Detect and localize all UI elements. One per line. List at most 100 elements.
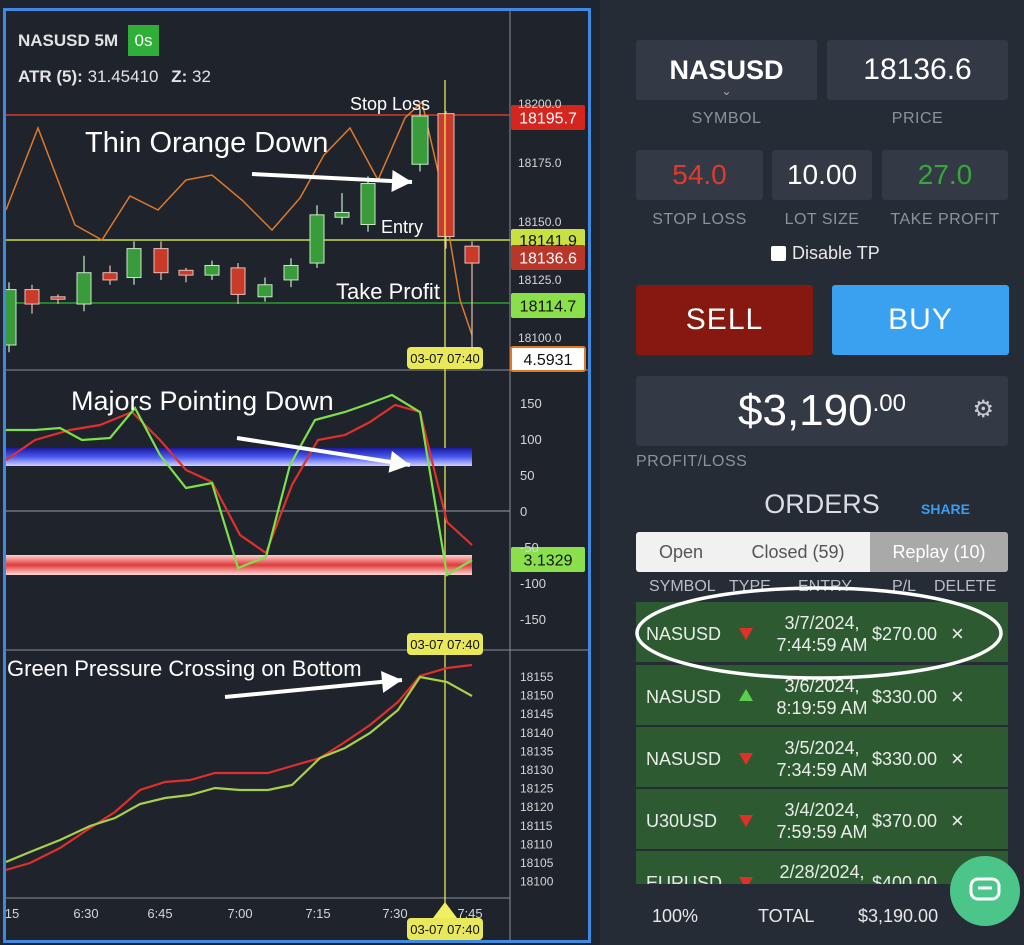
- pressure-axis-label: 18155: [520, 670, 554, 684]
- annotation-stop-loss: Stop Loss: [350, 94, 430, 114]
- footer-percent: 100%: [652, 906, 699, 926]
- arrow-green-pressure: [224, 678, 403, 699]
- lot-size-value: 10.00: [786, 159, 858, 190]
- chart-panel[interactable]: 18200.0 18175.0 18150.0 18125.0 18100.0 18195…: [3, 8, 591, 943]
- stop-loss-caption: STOP LOSS: [652, 211, 747, 228]
- footer-total-label: TOTAL: [758, 906, 815, 926]
- chat-icon: [969, 877, 1001, 901]
- pl-caption: PROFIT/LOSS: [636, 453, 748, 470]
- pressure-axis-label: 18100: [520, 875, 554, 889]
- disable-tp-label: Disable TP: [792, 243, 880, 263]
- time-tag-mid-text: 03-07 07:40: [410, 637, 479, 652]
- price-axis-label: 18175.0: [518, 156, 562, 170]
- chevron-down-icon: ⌄: [721, 84, 732, 98]
- take-profit-value: 27.0: [917, 159, 973, 190]
- arrow-thin-orange: [251, 172, 413, 184]
- symbol-select[interactable]: NASUSD ⌄: [636, 40, 817, 100]
- delete-order-icon[interactable]: ×: [951, 746, 964, 772]
- delete-order-icon[interactable]: ×: [951, 808, 964, 834]
- chat-button[interactable]: [950, 856, 1020, 926]
- app-root: 18200.0 18175.0 18150.0 18125.0 18100.0 18195…: [0, 0, 1024, 945]
- osc-axis-label: -100: [520, 576, 546, 591]
- bull-candle: [309, 214, 325, 264]
- time-axis-label: 7:45: [457, 906, 482, 921]
- profit-loss-display: $3,190 .00 ⚙: [636, 376, 1008, 446]
- stop-loss-value: 54.0: [672, 159, 727, 190]
- tab-replay[interactable]: Replay (10): [870, 532, 1008, 572]
- time-axis-label: 7:15: [305, 906, 330, 921]
- time-axis-label: 7:30: [382, 906, 407, 921]
- pressure-axis-label: 18150: [520, 689, 554, 703]
- orders-title: ORDERS: [764, 489, 880, 519]
- oscillator-green-line: [6, 393, 473, 577]
- chart-canvas[interactable]: 18200.0 18175.0 18150.0 18125.0 18100.0 18195…: [6, 11, 588, 940]
- oversold-band: [6, 555, 472, 575]
- osc-axis-label: 100: [520, 432, 542, 447]
- osc-axis-label: 150: [520, 396, 542, 411]
- lot-size-input[interactable]: 10.00: [772, 150, 872, 200]
- time-axis-label: 6:45: [147, 906, 172, 921]
- share-link[interactable]: SHARE: [921, 501, 970, 517]
- pressure-axis-label: 18145: [520, 707, 554, 721]
- price-caption: PRICE: [891, 110, 944, 127]
- footer-total-amount: $3,190.00: [858, 906, 939, 926]
- pressure-green-line: [6, 675, 473, 864]
- bull-candle: [204, 264, 220, 276]
- delete-order-icon[interactable]: ×: [951, 684, 964, 710]
- oscillator-value-tag-text: 3.1329: [524, 553, 573, 570]
- time-tag-bottom-text: 03-07 07:40: [410, 922, 479, 937]
- buy-button[interactable]: BUY: [832, 285, 1009, 355]
- bear-candle: [153, 248, 169, 274]
- bull-candle: [334, 211, 350, 218]
- stop-loss-input[interactable]: 54.0: [636, 150, 763, 200]
- bull-candle: [126, 248, 142, 279]
- disable-tp-checkbox[interactable]: [771, 246, 786, 261]
- entry-price-tag-text: 18141.9: [519, 233, 577, 250]
- take-profit-caption: TAKE PROFIT: [890, 211, 1000, 228]
- bull-candle: [76, 272, 92, 305]
- lot-size-caption: LOT SIZE: [784, 211, 860, 228]
- chart-symbol-timeframe: NASUSD 5M: [18, 31, 119, 50]
- atr-label: ATR (5):: [18, 67, 83, 86]
- pl-cents: .00: [872, 390, 906, 417]
- arrow-thin-orange-head: [391, 170, 412, 192]
- bull-candle: [283, 264, 299, 281]
- take-profit-input[interactable]: 27.0: [882, 150, 1008, 200]
- price-value: 18136.6: [863, 53, 972, 86]
- annotation-majors: Majors Pointing Down: [71, 386, 334, 416]
- osc-axis-label: -50: [520, 540, 539, 555]
- trade-panel: [600, 0, 1024, 945]
- pressure-axis-label: 18120: [520, 800, 554, 814]
- time-axis-label: 7:00: [227, 906, 252, 921]
- osc-axis-label: 50: [520, 468, 534, 483]
- bear-candle: [102, 272, 118, 281]
- time-cursor-marker: [433, 902, 457, 918]
- pl-main: $3,190: [738, 386, 873, 435]
- bull-candle: [360, 183, 376, 225]
- tab-closed[interactable]: Closed (59): [726, 532, 870, 572]
- price-display: 18136.6: [827, 40, 1008, 100]
- annotation-thin-orange: Thin Orange Down: [85, 127, 328, 159]
- bear-candle: [230, 267, 246, 295]
- sell-button[interactable]: SELL: [636, 285, 813, 355]
- stop-price-tag-text: 18195.7: [519, 111, 577, 128]
- atr-readout: ATR (5): 31.45410 Z: 32: [18, 67, 211, 87]
- symbol-value: NASUSD: [669, 54, 784, 85]
- pressure-axis-label: 18105: [520, 856, 554, 870]
- osc-axis-label: 0: [520, 504, 527, 519]
- gear-icon[interactable]: ⚙: [972, 395, 994, 424]
- bull-candle: [257, 284, 273, 298]
- price-axis-label: 18100.0: [518, 331, 562, 345]
- current-price-tag-text: 18136.6: [519, 251, 577, 268]
- price-axis-label: 18125.0: [518, 273, 562, 287]
- tab-open[interactable]: Open: [636, 532, 726, 572]
- osc-axis-label: -150: [520, 612, 546, 627]
- pressure-axis-label: 18130: [520, 763, 554, 777]
- tp-price-tag-text: 18114.7: [520, 299, 577, 316]
- pressure-axis-label: 18110: [520, 837, 553, 851]
- disable-tp-toggle[interactable]: Disable TP: [771, 243, 880, 264]
- highlight-ellipse: [635, 586, 1003, 680]
- bear-candle: [464, 245, 480, 264]
- annotation-entry: Entry: [381, 217, 423, 237]
- time-axis-label: 6:30: [73, 906, 98, 921]
